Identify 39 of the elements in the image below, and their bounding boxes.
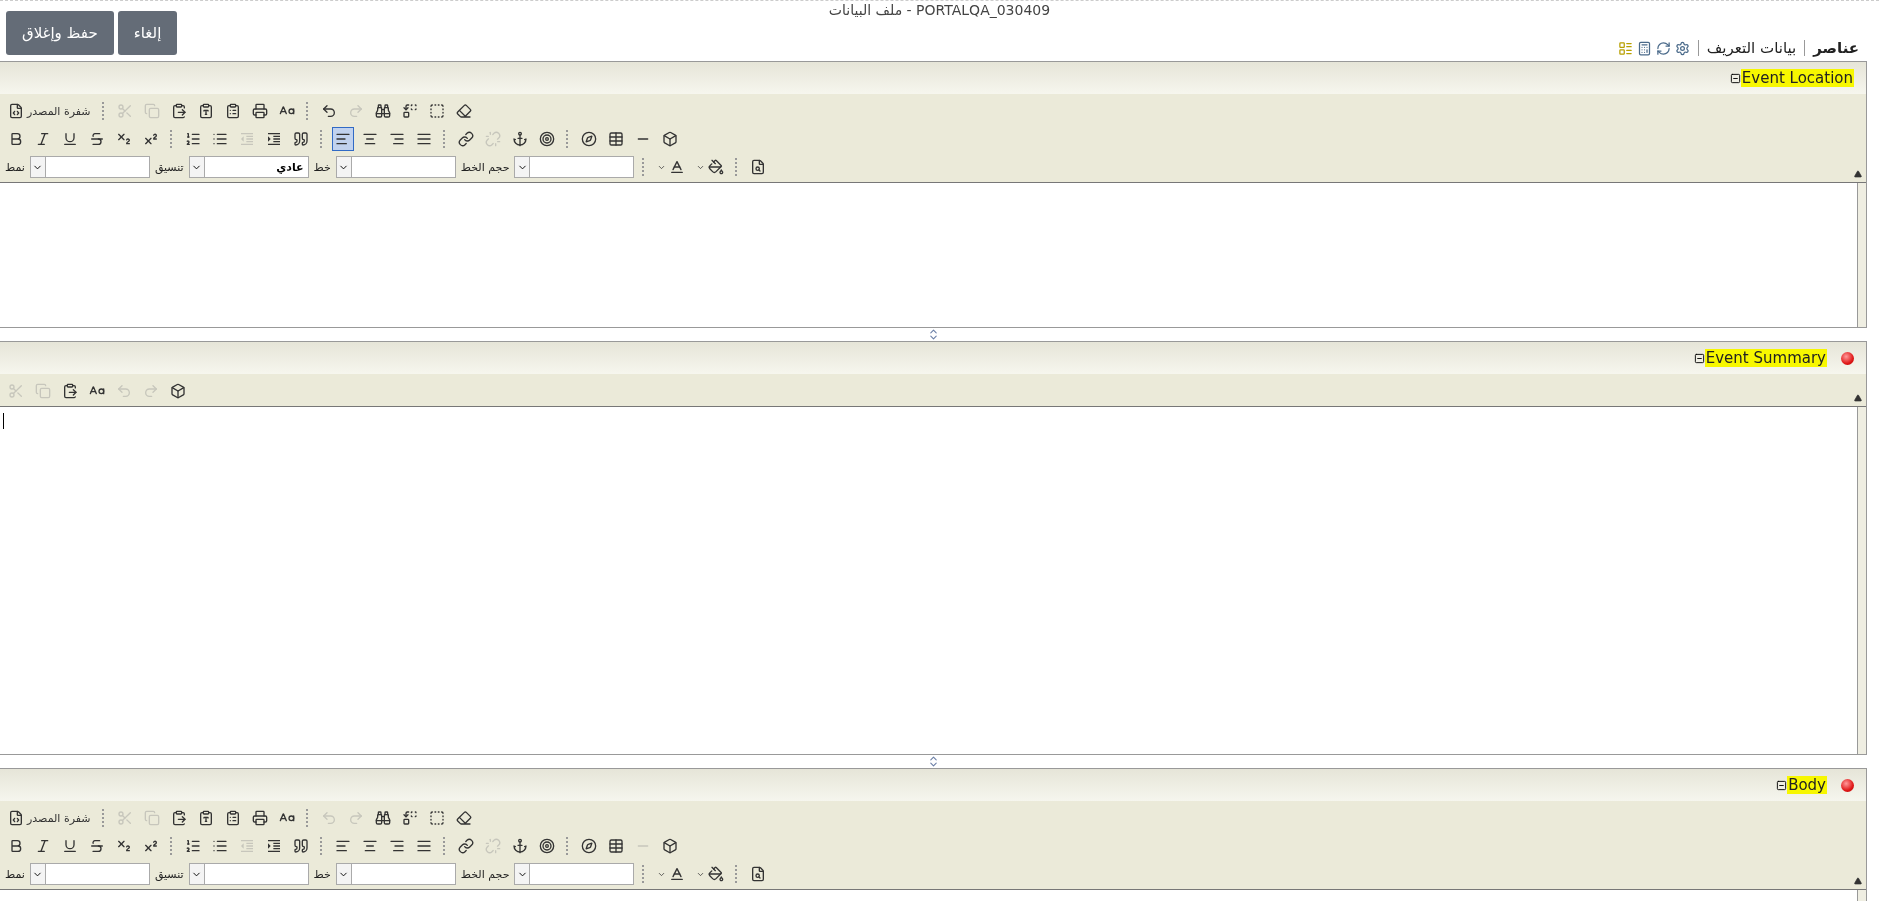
page-title: ملف البيانات - PORTALQA_030409 — [828, 2, 1051, 18]
resize-handle-icon[interactable] — [927, 755, 940, 768]
collapse-icon[interactable] — [1729, 72, 1741, 84]
paint-bucket-icon — [708, 159, 725, 175]
settings-icon[interactable] — [1674, 40, 1690, 56]
tab[interactable]: عناصر — [1813, 39, 1859, 57]
field-title: Event Location — [1740, 69, 1854, 87]
document-icon — [8, 103, 24, 119]
collapse-icon[interactable] — [1776, 779, 1788, 791]
paint-bucket-icon — [708, 866, 725, 882]
action-button[interactable]: حفظ وإغلاق — [6, 11, 114, 55]
toolbar-collapse-icon[interactable] — [1854, 877, 1862, 885]
text-color-icon — [669, 159, 686, 175]
select-label: خط — [313, 160, 331, 174]
align-left-icon[interactable] — [332, 127, 354, 151]
text-color-icon — [669, 866, 686, 882]
action-button[interactable]: إلغاء — [117, 11, 178, 55]
field-title: Body — [1787, 776, 1827, 794]
field-title: Event Summary — [1704, 349, 1827, 367]
calculator-icon[interactable] — [1636, 40, 1652, 56]
select-label: تنسيق — [154, 160, 184, 174]
toolbar-collapse-icon[interactable] — [1854, 394, 1862, 402]
source-button[interactable]: شفرة المصدر — [5, 99, 94, 123]
tab[interactable]: بيانات التعريف — [1706, 39, 1797, 57]
select-label: نمط — [5, 160, 25, 174]
resize-handle-icon[interactable] — [927, 328, 940, 341]
select-label: خط — [313, 867, 331, 881]
select-label: حجم الخط — [460, 867, 510, 881]
toolbar-collapse-icon[interactable] — [1854, 170, 1862, 178]
layout-icon[interactable] — [1617, 40, 1633, 56]
refresh-icon[interactable] — [1655, 40, 1671, 56]
source-button[interactable]: شفرة المصدر — [5, 806, 94, 830]
text-cursor — [3, 413, 4, 429]
document-icon — [8, 810, 24, 826]
dropdown-select[interactable]: عادي — [188, 156, 309, 178]
collapse-icon[interactable] — [1693, 352, 1705, 364]
select-label: نمط — [5, 867, 25, 881]
select-label: حجم الخط — [460, 160, 510, 174]
select-label: تنسيق — [154, 867, 184, 881]
